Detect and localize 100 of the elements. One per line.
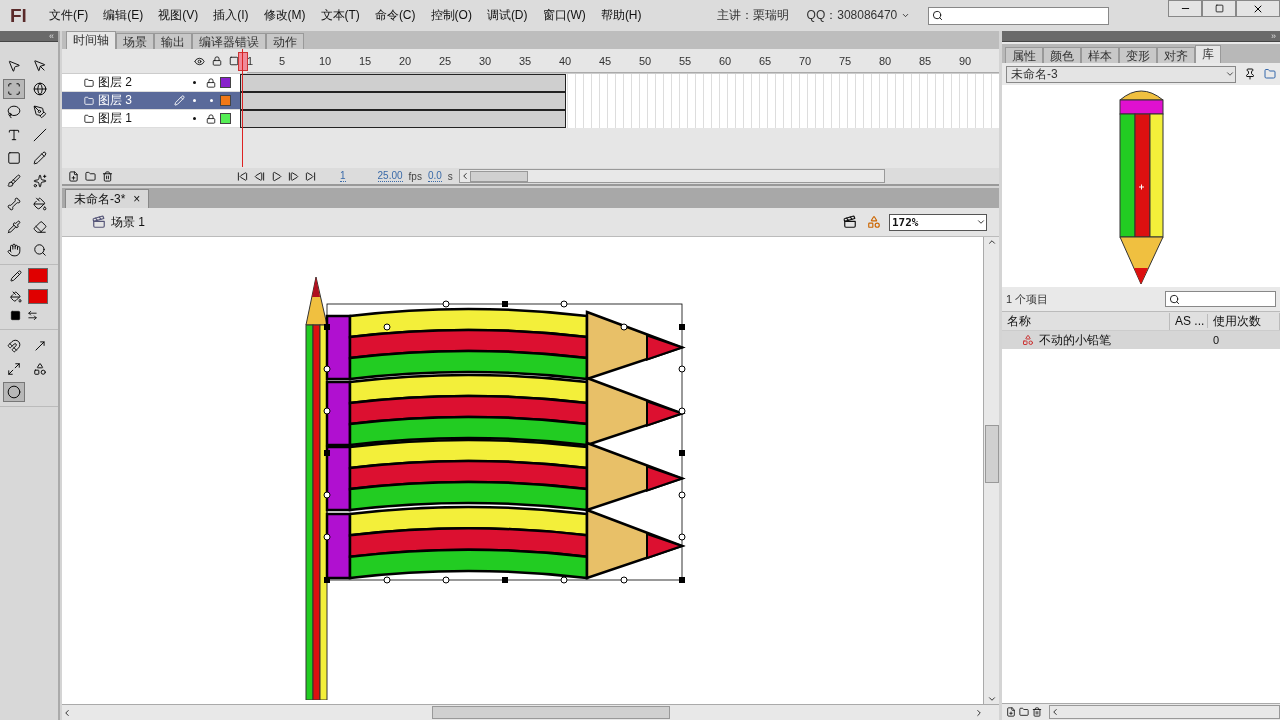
folder-icon[interactable]: [85, 170, 96, 182]
document-tab[interactable]: 未命名-3* ×: [65, 189, 150, 208]
frame-number: 5: [279, 54, 287, 67]
menu-item[interactable]: 修改(M): [263, 7, 306, 24]
step-forward-icon[interactable]: [288, 170, 299, 182]
lock-icon[interactable]: [206, 113, 216, 124]
menu-item[interactable]: 调试(D): [486, 7, 528, 24]
dotted-square-icon[interactable]: [3, 79, 25, 99]
panel-tab[interactable]: 编译器错误: [192, 33, 266, 49]
stroke-color-swatch[interactable]: [28, 268, 48, 283]
search-field[interactable]: [928, 6, 1110, 25]
frame-number: 20: [399, 54, 413, 67]
layer-row[interactable]: 图层 3: [62, 92, 240, 110]
dot-icon[interactable]: [192, 81, 196, 84]
new-layer-icon[interactable]: [68, 170, 79, 182]
layer-icon: [84, 113, 94, 124]
fps-field[interactable]: 25.00: [377, 170, 403, 182]
time-unit: s: [447, 170, 453, 182]
dot-icon[interactable]: [209, 99, 213, 102]
column-header[interactable]: AS ...: [1170, 314, 1208, 328]
swap-colors-icon[interactable]: [27, 310, 38, 321]
zoom-dropdown[interactable]: 172%: [889, 213, 987, 231]
pin-icon[interactable]: [1244, 68, 1256, 80]
layer-name: 图层 1: [98, 110, 133, 127]
column-header[interactable]: 使用次数: [1208, 312, 1280, 330]
lock-icon[interactable]: [206, 77, 216, 88]
step-back-icon[interactable]: [254, 170, 265, 182]
lock-icon[interactable]: [212, 56, 222, 66]
paint-bucket-icon: [10, 290, 22, 303]
horizontal-scrollbar[interactable]: [458, 169, 885, 183]
menu-item[interactable]: 命令(C): [374, 7, 416, 24]
menu-item[interactable]: 插入(I): [213, 7, 249, 24]
horizontal-scrollbar[interactable]: [1049, 705, 1280, 719]
menu-item[interactable]: 视图(V): [158, 7, 199, 24]
frame-number: 60: [719, 54, 733, 67]
presenter-label: 主讲：栗瑞明: [716, 7, 789, 24]
play-icon[interactable]: [271, 170, 282, 182]
menu-item[interactable]: 控制(O): [430, 7, 472, 24]
minimize-button[interactable]: [1168, 0, 1202, 17]
library-dropdown[interactable]: 未命名-3: [1006, 65, 1236, 83]
panel-tab[interactable]: 属性: [1005, 47, 1043, 63]
panel-tab[interactable]: 变形: [1119, 47, 1157, 63]
horizontal-scrollbar[interactable]: [62, 704, 999, 720]
app-logo: Fl: [10, 4, 27, 27]
first-frame-icon[interactable]: [237, 170, 248, 182]
caret-icon[interactable]: [901, 11, 911, 20]
collapse-button[interactable]: «: [49, 31, 54, 41]
search-field[interactable]: [1165, 291, 1276, 307]
search-icon: [932, 10, 944, 21]
frame-field[interactable]: 1: [340, 170, 346, 182]
close-icon[interactable]: ×: [133, 192, 141, 206]
default-colors-icon[interactable]: [10, 310, 21, 321]
panel-tab[interactable]: 样本: [1081, 47, 1119, 63]
layer-name: 图层 2: [98, 74, 133, 91]
scrollbar-thumb[interactable]: [432, 706, 670, 719]
menu-item[interactable]: 编辑(E): [103, 7, 144, 24]
panel-tab[interactable]: 对齐: [1157, 47, 1195, 63]
panel-tab[interactable]: 动作: [266, 33, 304, 49]
new-symbol-icon[interactable]: [1006, 707, 1016, 717]
menu-item[interactable]: 窗口(W): [542, 7, 586, 24]
layer-name: 图层 3: [98, 92, 133, 109]
vertical-scrollbar[interactable]: [983, 237, 999, 704]
library-item[interactable]: 不动的小铅笔 0: [1002, 331, 1280, 349]
menu-item[interactable]: 文件(F): [48, 7, 89, 24]
frame-number: 1: [247, 54, 255, 67]
last-frame-icon[interactable]: [305, 170, 316, 182]
close-button[interactable]: [1236, 0, 1280, 17]
maximize-button[interactable]: [1202, 0, 1236, 17]
trash-icon[interactable]: [102, 170, 113, 182]
eye-icon[interactable]: [194, 55, 205, 67]
frame-number: 55: [679, 54, 693, 67]
clapperboard-icon: [92, 215, 106, 229]
scrollbar-thumb[interactable]: [984, 425, 999, 483]
frame-number: 70: [799, 54, 813, 67]
panel-tab[interactable]: 库: [1195, 45, 1221, 63]
outline-icon[interactable]: [229, 56, 239, 66]
expand-button[interactable]: »: [1271, 31, 1276, 41]
layer-row[interactable]: 图层 2: [62, 74, 240, 92]
fill-color-swatch[interactable]: [28, 289, 48, 304]
edit-symbol-icon[interactable]: [867, 215, 881, 229]
folder-icon[interactable]: [1019, 707, 1029, 717]
dot-icon[interactable]: [192, 99, 196, 102]
menu-item[interactable]: 帮助(H): [600, 7, 642, 24]
panel-tab[interactable]: 颜色: [1043, 47, 1081, 63]
panel-tab[interactable]: 输出: [154, 33, 192, 49]
column-header[interactable]: 名称: [1002, 312, 1170, 330]
frame-number: 65: [759, 54, 773, 67]
panel-tab[interactable]: 时间轴: [66, 31, 116, 49]
time-field[interactable]: 0.0: [427, 170, 442, 182]
new-library-icon[interactable]: [1264, 68, 1276, 80]
panel-tab[interactable]: 场景: [116, 33, 154, 49]
scene-label[interactable]: 场景 1: [111, 213, 145, 231]
edit-scene-icon[interactable]: [843, 215, 857, 229]
dot-icon[interactable]: [192, 117, 196, 120]
playhead-handle[interactable]: [238, 52, 248, 71]
scrollbar-thumb[interactable]: [469, 170, 528, 182]
use-count: 0: [1212, 334, 1221, 346]
layer-row[interactable]: 图层 1: [62, 110, 240, 128]
trash-icon[interactable]: [1032, 707, 1042, 717]
menu-item[interactable]: 文本(T): [320, 7, 360, 24]
